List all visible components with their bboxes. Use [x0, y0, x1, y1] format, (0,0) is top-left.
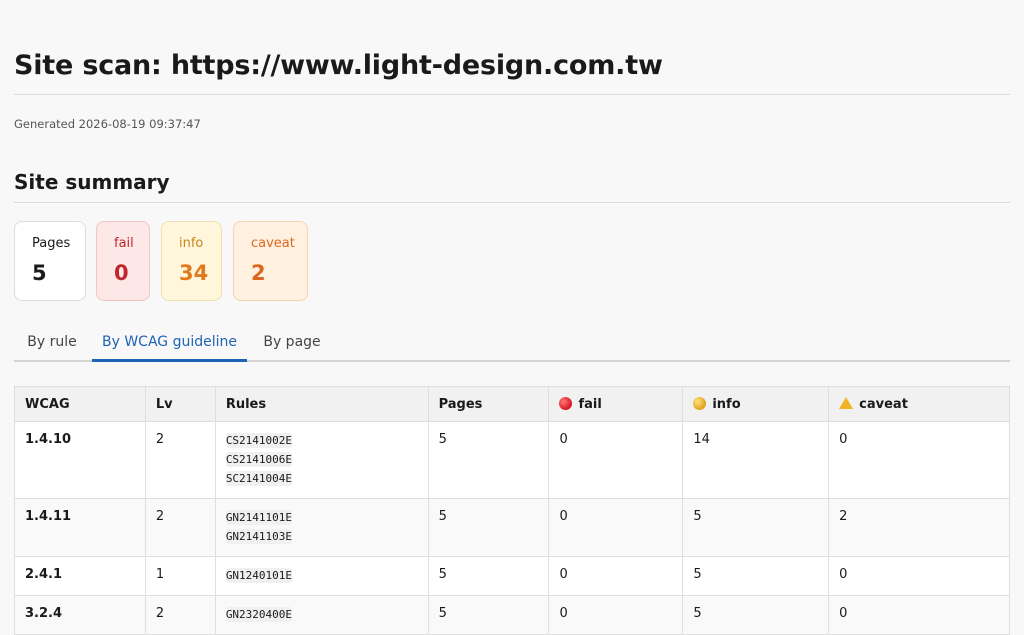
- info-card: info 34: [161, 221, 222, 301]
- tab-by-wcag-guideline[interactable]: By WCAG guideline: [92, 322, 247, 362]
- cell-lv: 2: [144, 595, 216, 635]
- rule-code: GN1240101E: [225, 568, 293, 583]
- cell-wcag: 1.4.11: [14, 498, 146, 557]
- col-header-info: info: [682, 386, 830, 422]
- pages-card: Pages 5: [14, 221, 86, 301]
- fail-card-label: fail: [114, 236, 134, 251]
- cell-caveat: 2: [828, 498, 1010, 557]
- cell-info: 5: [682, 595, 830, 635]
- cell-fail: 0: [548, 421, 684, 499]
- table-row: 2.4.1 1 GN1240101E 5 0 5 0: [14, 556, 1010, 596]
- cell-info: 5: [682, 498, 830, 557]
- cell-info: 5: [682, 556, 830, 596]
- page-title: Site scan: https://www.light-design.com.…: [14, 50, 663, 81]
- cell-pages: 5: [427, 498, 550, 557]
- pages-card-value: 5: [32, 261, 47, 285]
- col-header-pages: Pages: [427, 386, 550, 422]
- cell-caveat: 0: [828, 595, 1010, 635]
- cell-fail: 0: [548, 556, 684, 596]
- wcag-table: WCAG Lv Rules Pages fail info caveat 1.4…: [14, 386, 1010, 635]
- cell-rules: GN2141101E GN2141103E: [214, 498, 429, 557]
- rule-code: CS2141006E: [225, 452, 293, 467]
- title-divider: [14, 94, 1010, 95]
- info-card-label: info: [179, 236, 204, 251]
- info-card-value: 34: [179, 261, 209, 285]
- fail-card-value: 0: [114, 261, 129, 285]
- rule-code: GN2141101E: [225, 510, 293, 525]
- col-header-wcag: WCAG: [14, 386, 146, 422]
- rule-code: SC2141004E: [225, 471, 293, 486]
- site-summary-heading: Site summary: [14, 170, 170, 194]
- view-tabs: By rule By WCAG guideline By page: [14, 322, 1010, 362]
- pages-card-label: Pages: [32, 236, 71, 251]
- tab-by-rule[interactable]: By rule: [14, 322, 90, 360]
- fail-card: fail 0: [96, 221, 150, 301]
- cell-wcag: 1.4.10: [14, 421, 146, 499]
- col-header-fail-label: fail: [578, 396, 602, 412]
- generated-timestamp: Generated 2026-08-19 09:37:47: [14, 117, 201, 131]
- red-circle-icon: [559, 396, 573, 410]
- tab-by-page[interactable]: By page: [250, 322, 334, 360]
- cell-caveat: 0: [828, 556, 1010, 596]
- rule-code: GN2141103E: [225, 529, 293, 544]
- cell-pages: 5: [427, 421, 550, 499]
- col-header-lv: Lv: [144, 386, 216, 422]
- col-header-caveat-label: caveat: [859, 396, 908, 412]
- cell-caveat: 0: [828, 421, 1010, 499]
- summary-divider: [14, 202, 1010, 203]
- cell-wcag: 3.2.4: [14, 595, 146, 635]
- col-header-caveat: caveat: [828, 386, 1010, 422]
- cell-lv: 1: [144, 556, 216, 596]
- table-header-row: WCAG Lv Rules Pages fail info caveat: [14, 386, 1010, 422]
- caveat-card-value: 2: [251, 261, 266, 285]
- caveat-card: caveat 2: [233, 221, 308, 301]
- warning-icon: [839, 396, 854, 409]
- cell-lv: 2: [144, 421, 216, 499]
- cell-rules: GN2320400E: [214, 595, 429, 635]
- rule-code: CS2141002E: [225, 433, 293, 448]
- cell-pages: 5: [427, 556, 550, 596]
- yellow-circle-icon: [693, 396, 707, 410]
- table-row: 3.2.4 2 GN2320400E 5 0 5 0: [14, 595, 1010, 635]
- cell-info: 14: [682, 421, 830, 499]
- report-page: Site scan: https://www.light-design.com.…: [0, 0, 1024, 635]
- table-row: 1.4.11 2 GN2141101E GN2141103E 5 0 5 2: [14, 498, 1010, 557]
- col-header-rules: Rules: [214, 386, 429, 422]
- col-header-fail: fail: [548, 386, 684, 422]
- table-row: 1.4.10 2 CS2141002E CS2141006E SC2141004…: [14, 421, 1010, 499]
- cell-lv: 2: [144, 498, 216, 557]
- cell-rules: CS2141002E CS2141006E SC2141004E: [214, 421, 429, 499]
- cell-rules: GN1240101E: [214, 556, 429, 596]
- cell-wcag: 2.4.1: [14, 556, 146, 596]
- cell-pages: 5: [427, 595, 550, 635]
- cell-fail: 0: [548, 595, 684, 635]
- cell-fail: 0: [548, 498, 684, 557]
- caveat-card-label: caveat: [251, 236, 295, 251]
- col-header-info-label: info: [712, 396, 741, 412]
